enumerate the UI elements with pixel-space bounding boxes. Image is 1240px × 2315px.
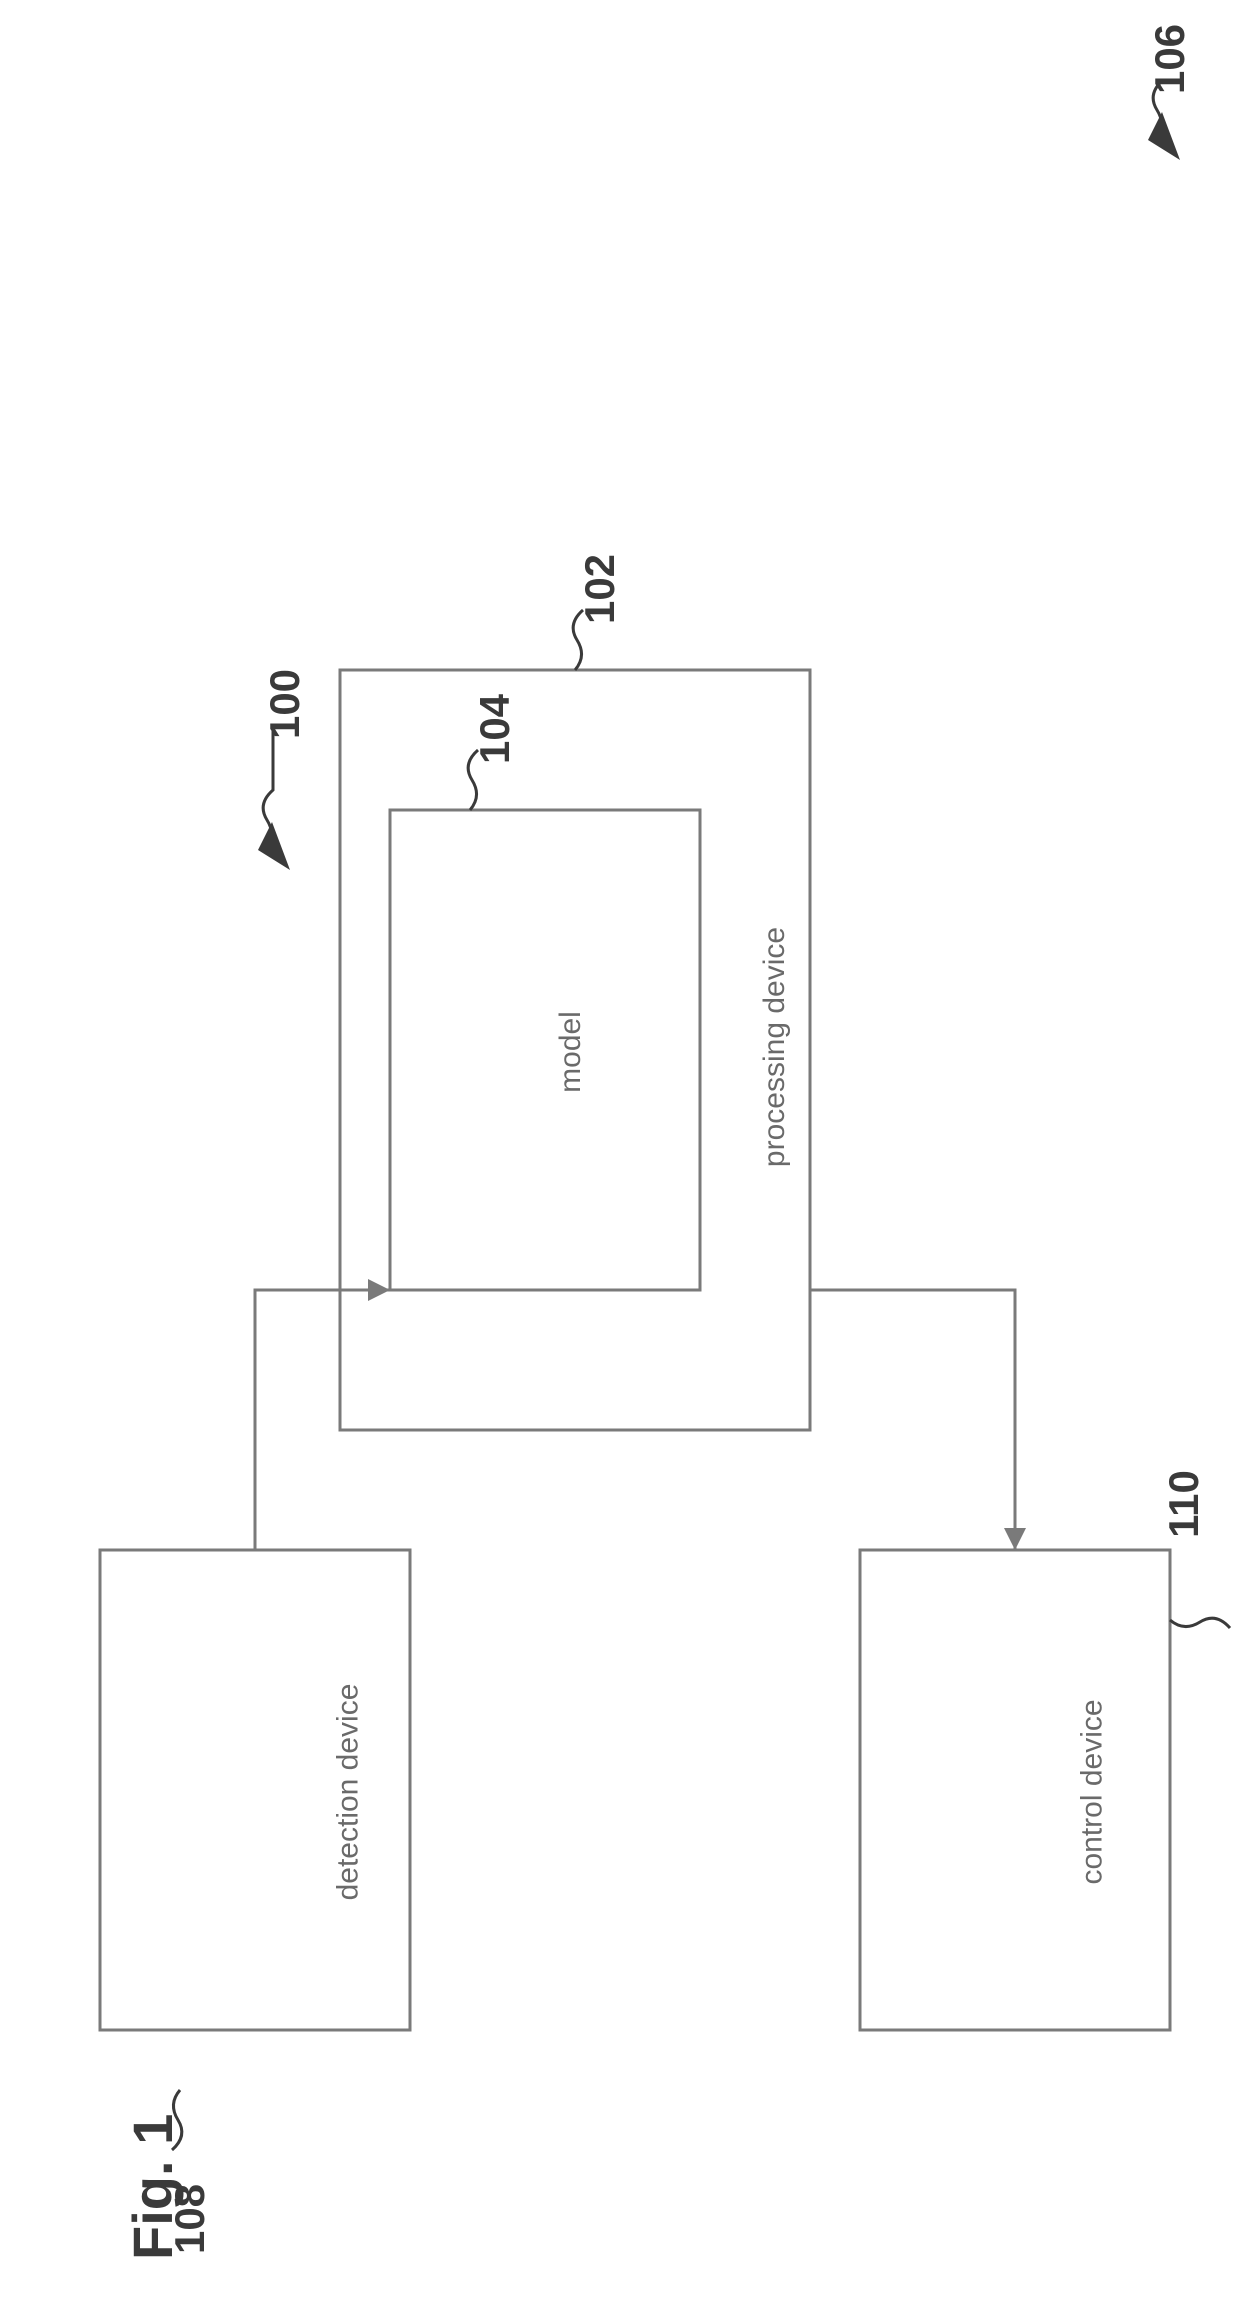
diagram-svg	[0, 0, 1240, 2315]
control-box	[860, 1550, 1170, 2030]
ref-104: 104	[471, 694, 519, 764]
detection-label: detection device	[331, 1684, 365, 1901]
ref-100: 100	[261, 669, 309, 739]
arrow-processing-to-control	[810, 1290, 1015, 1550]
ref-110-leader	[1170, 1618, 1230, 1628]
arrowhead-1	[368, 1279, 390, 1301]
arrowhead-2	[1004, 1528, 1026, 1550]
ref-102: 102	[576, 554, 624, 624]
ref-100-arrowhead	[258, 822, 290, 870]
processing-label: processing device	[758, 927, 792, 1167]
ref-108: 108	[166, 2184, 214, 2254]
ref-106: 106	[1146, 24, 1194, 94]
model-label: model	[554, 1011, 588, 1093]
ref-106-arrowhead	[1148, 112, 1180, 160]
arrow-detection-to-model	[255, 1290, 390, 1550]
ref-110: 110	[1160, 1470, 1208, 1538]
control-label: control device	[1076, 1699, 1110, 1884]
model-box	[390, 810, 700, 1290]
